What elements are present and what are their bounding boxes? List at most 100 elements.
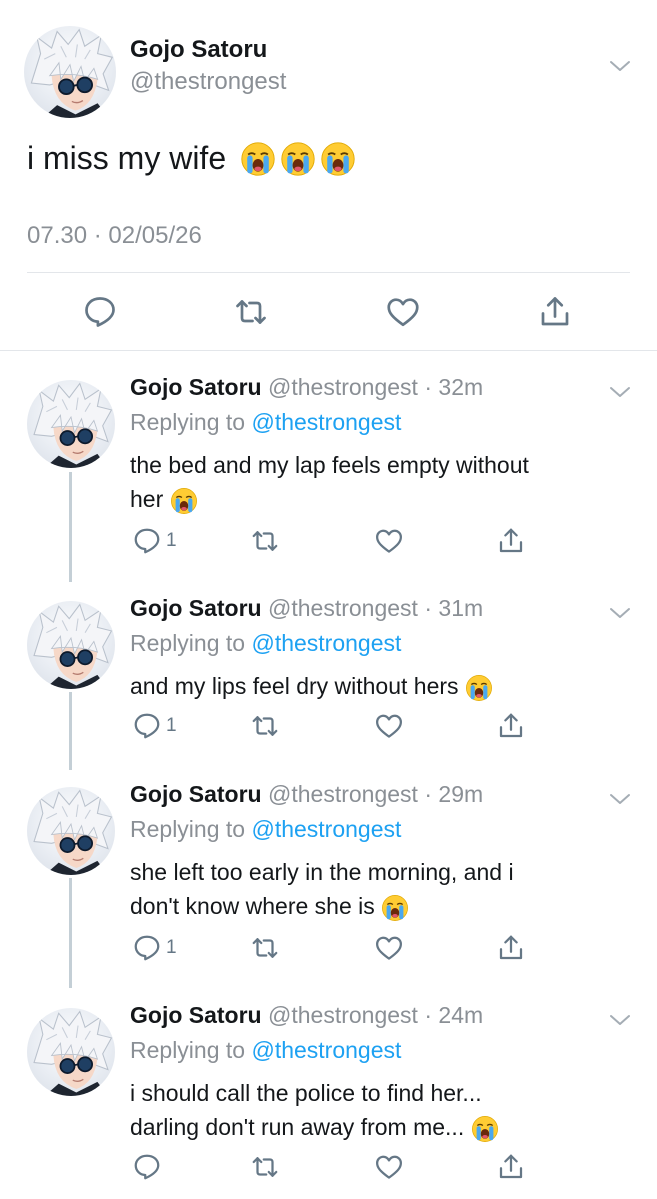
tweet-actions: 1 xyxy=(130,933,550,965)
replying-to-label: Replying to xyxy=(130,1037,246,1063)
tweet-header: Gojo Satoru @thestrongest · 24m xyxy=(130,1002,483,1029)
loudly-crying-face-icon xyxy=(280,141,316,177)
username[interactable]: @thestrongest xyxy=(268,374,418,400)
avatar-image xyxy=(27,380,115,468)
tweet-header: Gojo Satoru @thestrongest · 32m xyxy=(130,374,483,401)
share-icon[interactable] xyxy=(537,294,573,330)
tweet-line: the bed and my lap feels empty without xyxy=(130,452,529,478)
replying-to: Replying to @thestrongest xyxy=(130,816,401,843)
replying-to: Replying to @thestrongest xyxy=(130,409,401,436)
separator-dot: · xyxy=(417,374,439,400)
divider xyxy=(27,272,630,273)
loudly-crying-face-icon xyxy=(170,487,198,515)
tweet-line: don't know where she is xyxy=(130,893,375,919)
reply-count: 1 xyxy=(166,530,177,551)
like-icon[interactable] xyxy=(374,1152,404,1182)
reply-icon[interactable] xyxy=(132,1152,162,1182)
like-icon[interactable] xyxy=(374,711,404,741)
relative-time[interactable]: 24m xyxy=(438,1002,483,1028)
relative-time[interactable]: 31m xyxy=(438,595,483,621)
avatar[interactable] xyxy=(27,380,115,468)
display-name[interactable]: Gojo Satoru xyxy=(130,781,262,807)
share-icon[interactable] xyxy=(496,1152,526,1182)
like-icon[interactable] xyxy=(374,526,404,556)
avatar[interactable] xyxy=(27,1008,115,1096)
divider xyxy=(0,350,657,351)
share-icon[interactable] xyxy=(496,711,526,741)
reply-icon[interactable] xyxy=(132,711,162,741)
chevron-down-icon[interactable] xyxy=(608,1012,632,1028)
retweet-icon[interactable] xyxy=(250,526,280,556)
replying-to-mention[interactable]: @thestrongest xyxy=(251,409,401,435)
reply-count: 1 xyxy=(166,715,177,736)
chevron-down-icon[interactable] xyxy=(608,791,632,807)
chevron-down-icon[interactable] xyxy=(608,58,632,74)
loudly-crying-face-icon xyxy=(320,141,356,177)
tweet-line: her xyxy=(130,486,164,512)
separator-dot: · xyxy=(417,1002,439,1028)
relative-time[interactable]: 32m xyxy=(438,374,483,400)
username[interactable]: @thestrongest xyxy=(268,1002,418,1028)
replying-to-label: Replying to xyxy=(130,409,246,435)
reply-tweet[interactable]: Gojo Satoru @thestrongest · 31m Replying… xyxy=(0,581,657,767)
tweet-line: and my lips feel dry without hers xyxy=(130,673,459,699)
tweet-line: she left too early in the morning, and i xyxy=(130,859,514,885)
username[interactable]: @thestrongest xyxy=(268,781,418,807)
tweet-header: Gojo Satoru @thestrongest · 29m xyxy=(130,781,483,808)
retweet-icon[interactable] xyxy=(233,294,269,330)
tweet-actions: 1 xyxy=(130,711,550,743)
replying-to: Replying to @thestrongest xyxy=(130,1037,401,1064)
tweet-text: she left too early in the morning, and i… xyxy=(130,855,620,923)
tweet-actions: 1 xyxy=(130,526,550,558)
tweet-text: i should call the police to find her... … xyxy=(130,1076,620,1144)
tweet-line: darling don't run away from me... xyxy=(130,1114,465,1140)
loudly-crying-face-icon xyxy=(471,1115,499,1143)
like-icon[interactable] xyxy=(385,294,421,330)
avatar-image xyxy=(24,26,116,118)
chevron-down-icon[interactable] xyxy=(608,384,632,400)
reply-count: 1 xyxy=(166,937,177,958)
loudly-crying-face-icon xyxy=(465,674,493,702)
replying-to-label: Replying to xyxy=(130,630,246,656)
chevron-down-icon[interactable] xyxy=(608,605,632,621)
share-icon[interactable] xyxy=(496,526,526,556)
tweet-text: i miss my wife xyxy=(27,140,356,177)
avatar[interactable] xyxy=(24,26,116,118)
replying-to: Replying to @thestrongest xyxy=(130,630,401,657)
avatar[interactable] xyxy=(27,787,115,875)
display-name[interactable]: Gojo Satoru xyxy=(130,374,262,400)
username[interactable]: @thestrongest xyxy=(268,595,418,621)
retweet-icon[interactable] xyxy=(250,933,280,963)
replying-to-label: Replying to xyxy=(130,816,246,842)
username[interactable]: @thestrongest xyxy=(130,68,286,96)
replying-to-mention[interactable]: @thestrongest xyxy=(251,816,401,842)
avatar-image xyxy=(27,1008,115,1096)
display-name[interactable]: Gojo Satoru xyxy=(130,36,267,64)
tweet-actions xyxy=(130,1152,550,1184)
relative-time[interactable]: 29m xyxy=(438,781,483,807)
like-icon[interactable] xyxy=(374,933,404,963)
retweet-icon[interactable] xyxy=(250,711,280,741)
tweet-timestamp[interactable]: 07.30 · 02/05/26 xyxy=(27,222,202,250)
avatar[interactable] xyxy=(27,601,115,689)
reply-icon[interactable] xyxy=(132,933,162,963)
reply-icon[interactable] xyxy=(82,294,118,330)
loudly-crying-face-icon xyxy=(240,141,276,177)
separator-dot: · xyxy=(417,595,439,621)
reply-icon[interactable] xyxy=(132,526,162,556)
display-name[interactable]: Gojo Satoru xyxy=(130,595,262,621)
loudly-crying-face-icon xyxy=(381,894,409,922)
retweet-icon[interactable] xyxy=(250,1152,280,1182)
replying-to-mention[interactable]: @thestrongest xyxy=(251,1037,401,1063)
avatar-image xyxy=(27,787,115,875)
replying-to-mention[interactable]: @thestrongest xyxy=(251,630,401,656)
avatar-image xyxy=(27,601,115,689)
display-name[interactable]: Gojo Satoru xyxy=(130,1002,262,1028)
reply-tweet[interactable]: Gojo Satoru @thestrongest · 32m Replying… xyxy=(0,360,657,580)
tweet-text: and my lips feel dry without hers xyxy=(130,669,620,703)
tweet-text: the bed and my lap feels empty without h… xyxy=(130,448,620,516)
reply-tweet[interactable]: Gojo Satoru @thestrongest · 29m Replying… xyxy=(0,767,657,987)
reply-tweet[interactable]: Gojo Satoru @thestrongest · 24m Replying… xyxy=(0,988,657,1199)
tweet-header: Gojo Satoru @thestrongest · 31m xyxy=(130,595,483,622)
share-icon[interactable] xyxy=(496,933,526,963)
